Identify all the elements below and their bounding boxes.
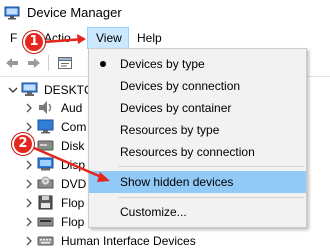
monitor-icon (37, 119, 54, 134)
tree-item[interactable]: DVD (24, 175, 88, 193)
display-adapter-icon (37, 157, 54, 171)
toolbar-separator (48, 55, 49, 71)
menu-item-devices-by-type[interactable]: Devices by type (89, 53, 306, 75)
step-1-badge: 1 (23, 31, 45, 53)
tree-item-label: DVD (61, 177, 87, 191)
menu-action[interactable]: Actio (44, 31, 71, 45)
menu-item-customize[interactable]: Customize... (89, 201, 306, 223)
menu-item-resources-by-connection[interactable]: Resources by connection (89, 141, 306, 163)
menu-help[interactable]: Help (137, 31, 162, 45)
view-dropdown-menu: Devices by type Devices by connection De… (88, 48, 307, 228)
menu-view-label: View (96, 31, 122, 45)
forward-arrow-icon[interactable] (26, 55, 42, 71)
tree-item[interactable]: Flop (24, 213, 88, 231)
tree-item-label: Flop (61, 196, 85, 210)
tree-item-label: Flop (61, 215, 85, 229)
menu-item-label: Customize... (120, 205, 187, 219)
menu-view[interactable]: View (87, 27, 129, 49)
title-bar: Device Manager (0, 0, 330, 27)
disk-drive-icon (37, 140, 54, 151)
menu-item-label: Devices by connection (120, 79, 241, 93)
menu-separator (118, 197, 304, 198)
computer-icon (21, 82, 38, 96)
tree-item[interactable]: Aud (24, 99, 88, 117)
menu-item-label: Resources by type (120, 123, 220, 137)
properties-icon[interactable] (57, 55, 73, 71)
menu-item-label: Resources by connection (120, 145, 255, 159)
chevron-right-icon[interactable] (24, 198, 34, 208)
chevron-right-icon[interactable] (24, 179, 34, 189)
hid-icon (37, 236, 54, 246)
tree-item[interactable]: Com (24, 118, 88, 136)
window-title: Device Manager (27, 5, 122, 20)
dvd-drive-icon (37, 176, 54, 189)
tree-item-label: Disp (61, 158, 86, 172)
step-2-badge: 2 (12, 133, 34, 155)
menu-item-devices-by-container[interactable]: Devices by container (89, 97, 306, 119)
tree-item[interactable]: Disp (24, 156, 88, 174)
tree-item-label: Human Interface Devices (61, 234, 196, 248)
menu-item-label: Devices by container (120, 101, 232, 115)
chevron-right-icon[interactable] (24, 122, 34, 132)
tree-item-label: Com (61, 120, 87, 134)
tree-item[interactable]: Human Interface Devices (24, 232, 244, 250)
chevron-right-icon[interactable] (24, 103, 34, 113)
tree-item-label: Disk (61, 139, 85, 153)
tree-item[interactable]: Flop (24, 194, 88, 212)
tree-root-label: DESKTC (44, 83, 93, 97)
speaker-icon (39, 101, 52, 114)
back-arrow-icon[interactable] (4, 55, 20, 71)
floppy-controller-icon (38, 195, 53, 210)
menu-item-label: Devices by type (120, 57, 205, 71)
radio-selected-icon (100, 61, 106, 67)
menu-item-label: Show hidden devices (120, 175, 234, 189)
chevron-right-icon[interactable] (24, 217, 34, 227)
menu-file[interactable]: F (10, 31, 17, 45)
floppy-drive-icon (37, 217, 54, 227)
menu-item-show-hidden-devices[interactable]: Show hidden devices (89, 171, 306, 193)
menu-separator (118, 166, 304, 167)
device-manager-icon (4, 6, 20, 20)
tree-root[interactable]: DESKTC (8, 81, 93, 99)
tree-item-label: Aud (61, 101, 83, 115)
menu-item-resources-by-type[interactable]: Resources by type (89, 119, 306, 141)
chevron-right-icon[interactable] (24, 160, 34, 170)
chevron-right-icon[interactable] (24, 236, 34, 246)
chevron-down-icon[interactable] (8, 85, 18, 95)
menu-item-devices-by-connection[interactable]: Devices by connection (89, 75, 306, 97)
